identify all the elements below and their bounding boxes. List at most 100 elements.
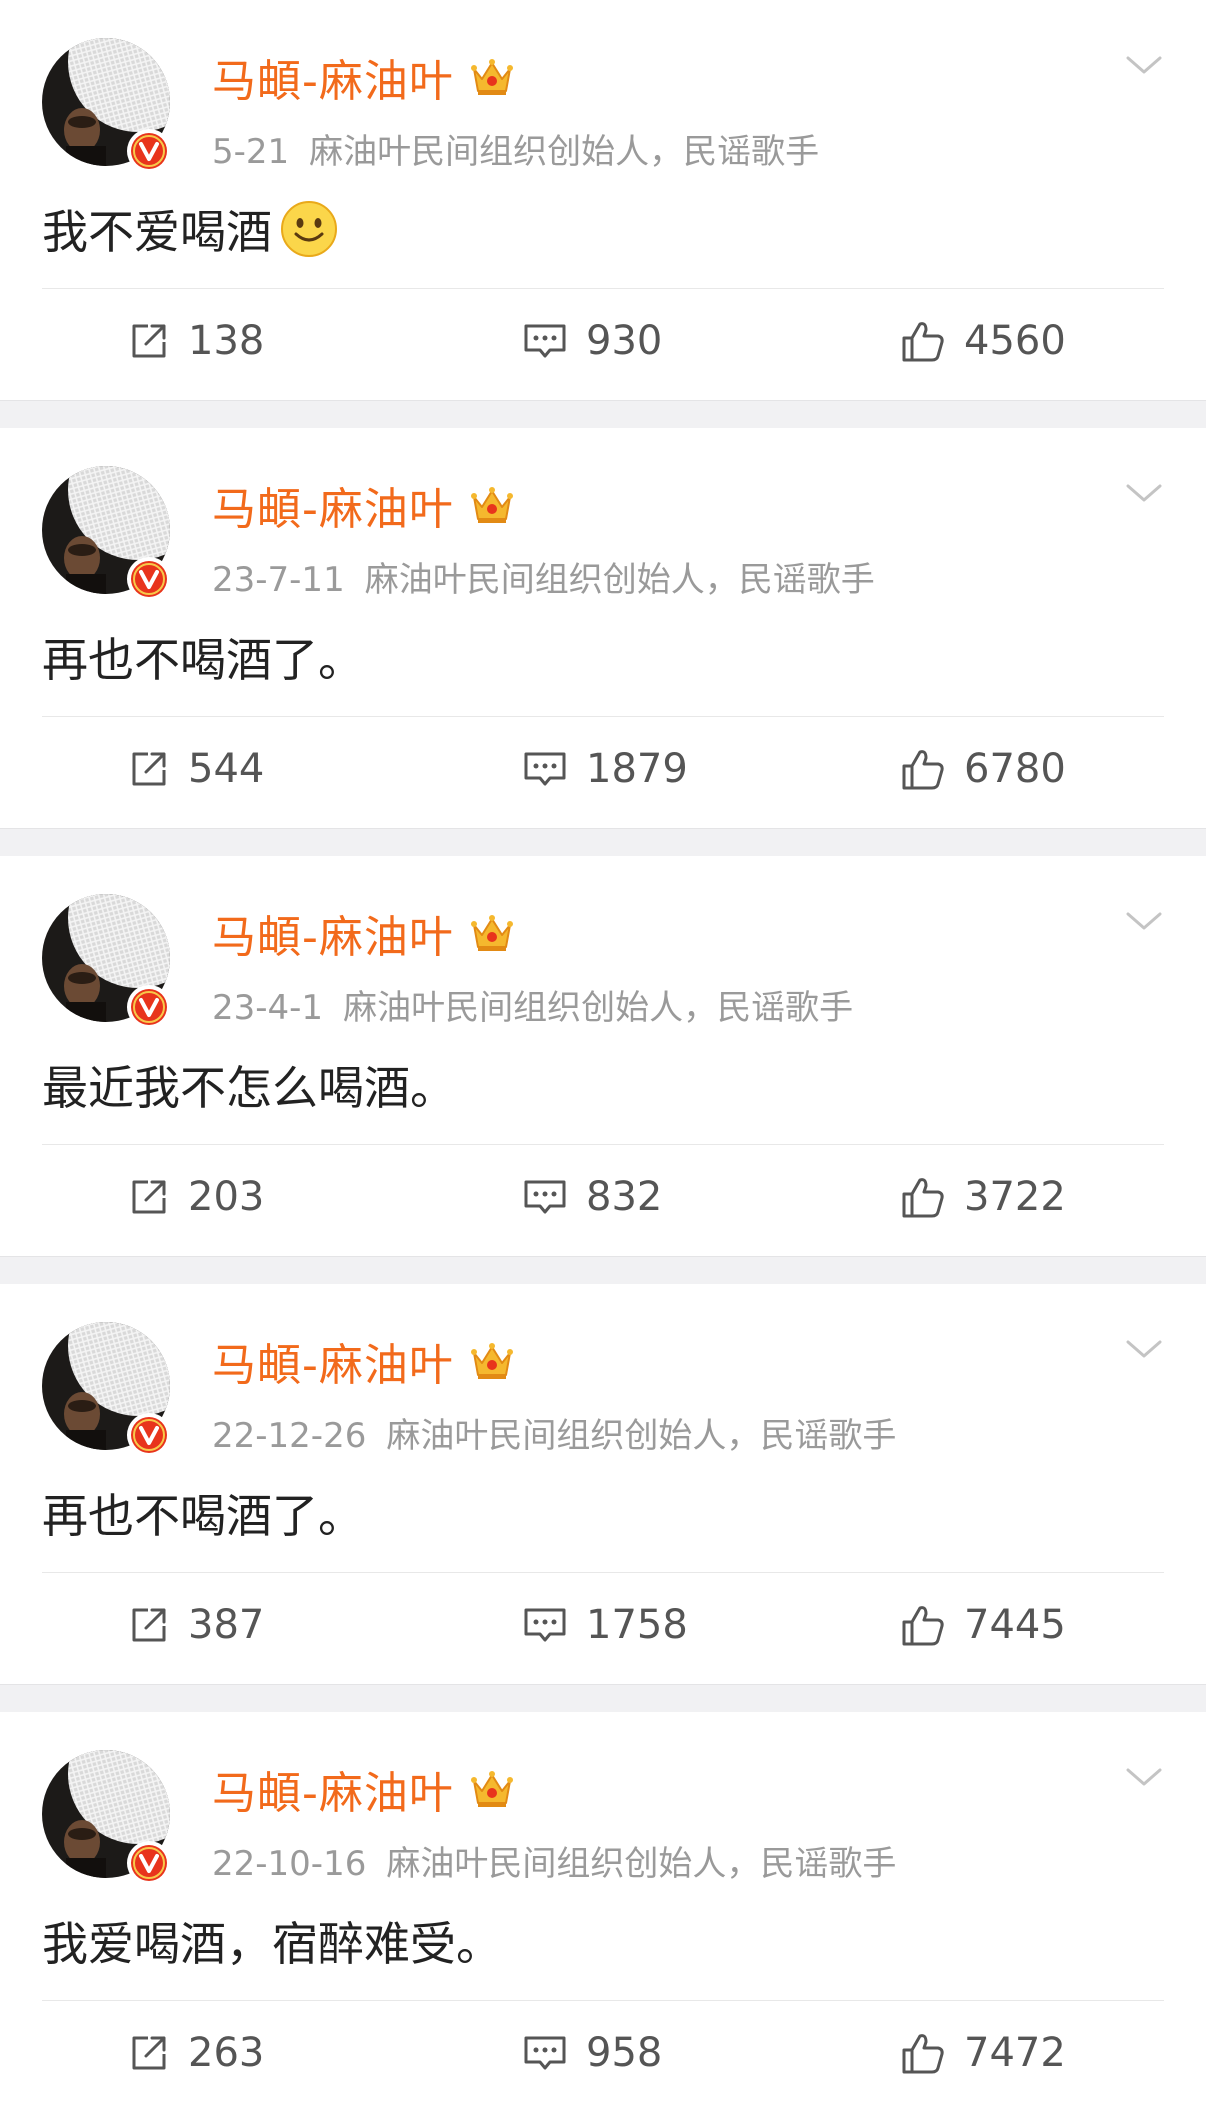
smile-emoji-icon xyxy=(281,201,337,257)
comment-icon xyxy=(524,324,566,358)
share-icon xyxy=(132,2036,166,2070)
post-text: 我爱喝酒，宿醉难受。 xyxy=(42,1908,502,1974)
crown-icon xyxy=(470,59,513,95)
feed-separator xyxy=(0,1684,1206,1712)
comment-count: 832 xyxy=(586,1174,663,1220)
like-button[interactable]: 3722 xyxy=(898,1166,1066,1228)
share-button[interactable]: 263 xyxy=(126,2022,264,2084)
chevron-down-icon[interactable] xyxy=(1122,1334,1166,1364)
divider xyxy=(42,716,1164,717)
comment-icon xyxy=(524,752,566,786)
share-button[interactable]: 203 xyxy=(126,1166,264,1228)
author-bio: 麻油叶民间组织创始人，民谣歌手 xyxy=(386,1416,897,1456)
comment-button[interactable]: 832 xyxy=(520,1166,662,1228)
author-name[interactable]: 马頔-麻油叶 xyxy=(212,1329,454,1393)
comment-button[interactable]: 958 xyxy=(520,2022,662,2084)
crown-icon xyxy=(470,1771,513,1807)
comment-count: 958 xyxy=(586,2030,663,2076)
post-date: 23-7-11 xyxy=(212,560,345,600)
like-button[interactable]: 4560 xyxy=(898,310,1066,372)
share-button[interactable]: 544 xyxy=(126,738,264,800)
like-count: 6780 xyxy=(964,746,1066,792)
comment-button[interactable]: 1879 xyxy=(520,738,688,800)
post-card: 马頔-麻油叶 22-10-16 麻油叶民间组织创始人，民谣歌手 我爱喝酒，宿醉难受… xyxy=(0,1712,1206,2112)
author-row: 马頔-麻油叶 xyxy=(212,1330,516,1392)
verified-badge-icon xyxy=(126,1840,172,1886)
post-text: 最近我不怎么喝酒。 xyxy=(42,1052,456,1118)
comment-button[interactable]: 930 xyxy=(520,310,662,372)
author-row: 马頔-麻油叶 xyxy=(212,1758,516,1820)
post-date: 5-21 xyxy=(212,132,290,172)
chevron-down-icon[interactable] xyxy=(1122,478,1166,508)
share-icon xyxy=(132,1180,166,1214)
post-text: 再也不喝酒了。 xyxy=(42,1480,364,1546)
post-card: 马頔-麻油叶 23-4-1 麻油叶民间组织创始人，民谣歌手 最近我不怎么喝酒。 xyxy=(0,856,1206,1256)
like-count: 7472 xyxy=(964,2030,1066,2076)
post-text-body: 我不爱喝酒 xyxy=(42,205,272,259)
share-icon xyxy=(132,324,166,358)
post-date: 23-4-1 xyxy=(212,988,324,1028)
author-name[interactable]: 马頔-麻油叶 xyxy=(212,473,454,537)
chevron-down-icon[interactable] xyxy=(1122,50,1166,80)
comment-count: 930 xyxy=(586,318,663,364)
comment-icon xyxy=(524,1180,566,1214)
divider xyxy=(42,288,1164,289)
crown-icon xyxy=(470,487,513,523)
like-button[interactable]: 6780 xyxy=(898,738,1066,800)
thumbs-up-icon xyxy=(902,322,944,362)
author-bio: 麻油叶民间组织创始人，民谣歌手 xyxy=(343,988,854,1028)
comment-icon xyxy=(524,1608,566,1642)
author-row: 马頔-麻油叶 xyxy=(212,902,516,964)
feed-separator xyxy=(0,400,1206,428)
post-date: 22-12-26 xyxy=(212,1416,367,1456)
post-meta: 22-10-16 麻油叶民间组织创始人，民谣歌手 xyxy=(212,1836,896,1885)
chevron-down-icon[interactable] xyxy=(1122,906,1166,936)
author-name[interactable]: 马頔-麻油叶 xyxy=(212,901,454,965)
verified-badge-icon xyxy=(126,556,172,602)
comment-icon xyxy=(524,2036,566,2070)
like-button[interactable]: 7472 xyxy=(898,2022,1066,2084)
post-text-body: 我爱喝酒，宿醉难受。 xyxy=(42,1917,502,1971)
share-icon xyxy=(132,1608,166,1642)
post-date: 22-10-16 xyxy=(212,1844,367,1884)
post-meta: 23-7-11 麻油叶民间组织创始人，民谣歌手 xyxy=(212,552,875,601)
chevron-down-icon[interactable] xyxy=(1122,1762,1166,1792)
verified-badge-icon xyxy=(126,1412,172,1458)
divider xyxy=(42,2000,1164,2001)
like-count: 3722 xyxy=(964,1174,1066,1220)
share-button[interactable]: 138 xyxy=(126,310,264,372)
post-card: 马頔-麻油叶 23-7-11 麻油叶民间组织创始人，民谣歌手 再也不喝酒了。 5… xyxy=(0,428,1206,828)
post-text-body: 再也不喝酒了。 xyxy=(42,1489,364,1543)
post-text-body: 再也不喝酒了。 xyxy=(42,633,364,687)
feed-separator xyxy=(0,828,1206,856)
share-button[interactable]: 387 xyxy=(126,1594,264,1656)
thumbs-up-icon xyxy=(902,1606,944,1646)
post-text: 我不爱喝酒 xyxy=(42,196,340,262)
comment-button[interactable]: 1758 xyxy=(520,1594,688,1656)
like-count: 4560 xyxy=(964,318,1066,364)
share-count: 263 xyxy=(188,2030,265,2076)
author-bio: 麻油叶民间组织创始人，民谣歌手 xyxy=(364,560,875,600)
share-count: 138 xyxy=(188,318,265,364)
verified-badge-icon xyxy=(126,128,172,174)
like-count: 7445 xyxy=(964,1602,1066,1648)
share-count: 203 xyxy=(188,1174,265,1220)
post-card: 马頔-麻油叶 22-12-26 麻油叶民间组织创始人，民谣歌手 再也不喝酒了。 xyxy=(0,1284,1206,1684)
post-meta: 22-12-26 麻油叶民间组织创始人，民谣歌手 xyxy=(212,1408,896,1457)
thumbs-up-icon xyxy=(902,2034,944,2074)
share-count: 387 xyxy=(188,1602,265,1648)
author-name[interactable]: 马頔-麻油叶 xyxy=(212,45,454,109)
author-row: 马頔-麻油叶 xyxy=(212,46,516,108)
like-button[interactable]: 7445 xyxy=(898,1594,1066,1656)
comment-count: 1758 xyxy=(586,1602,688,1648)
crown-icon xyxy=(470,915,513,951)
author-name[interactable]: 马頔-麻油叶 xyxy=(212,1757,454,1821)
post-card: 马頔-麻油叶 5-21 麻油叶民间组织创始人，民谣歌手 我不爱喝酒 138 93… xyxy=(0,0,1206,400)
verified-badge-icon xyxy=(126,984,172,1030)
post-meta: 23-4-1 麻油叶民间组织创始人，民谣歌手 xyxy=(212,980,853,1029)
comment-count: 1879 xyxy=(586,746,688,792)
divider xyxy=(42,1572,1164,1573)
author-bio: 麻油叶民间组织创始人，民谣歌手 xyxy=(386,1844,897,1884)
divider xyxy=(42,1144,1164,1145)
share-icon xyxy=(132,752,166,786)
